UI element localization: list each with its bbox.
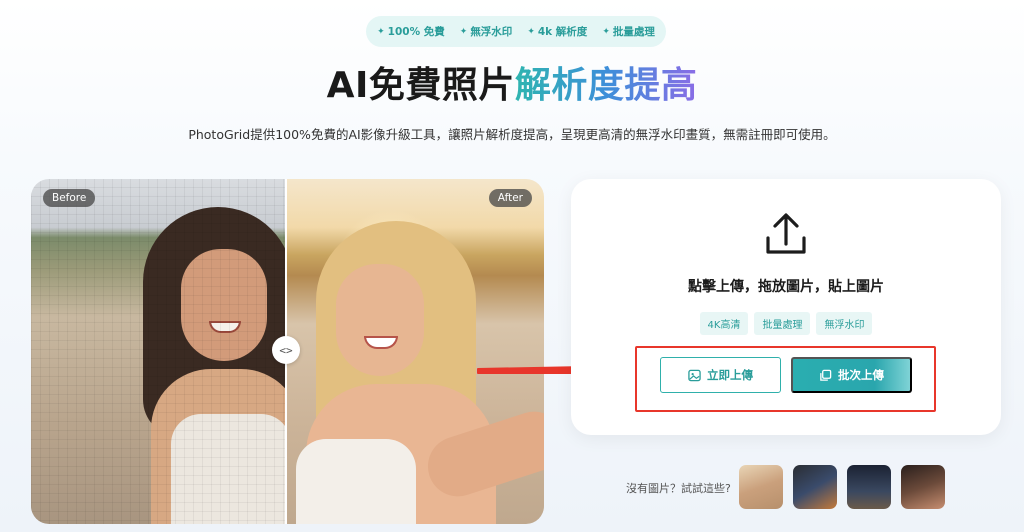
- feature-label: 無浮水印: [470, 26, 513, 38]
- upload-card[interactable]: 點擊上傳，拖放圖片，貼上圖片 4K高清 批量處理 無浮水印 立即上傳 批次上傳: [571, 179, 1001, 435]
- feature-label: 4k 解析度: [537, 26, 588, 38]
- upload-now-button[interactable]: 立即上傳: [660, 357, 781, 393]
- page-title: AI免費照片解析度提高: [0, 56, 1024, 108]
- upload-feature-chips: 4K高清 批量處理 無浮水印: [571, 312, 1001, 335]
- chip-batch: 批量處理: [754, 312, 811, 335]
- feature-label: 100% 免費: [387, 26, 445, 38]
- sparkle-icon: ✦: [459, 26, 468, 37]
- sparkle-icon: ✦: [527, 26, 535, 37]
- before-badge: Before: [43, 189, 96, 207]
- chip-no-watermark: 無浮水印: [816, 312, 873, 335]
- after-face-shape: [336, 264, 424, 376]
- feature-batch: ✦ 批量處理: [602, 24, 655, 39]
- after-badge: After: [488, 189, 532, 207]
- before-after-compare[interactable]: <> Before After: [31, 179, 544, 524]
- chevrons-left-right-icon: <>: [279, 343, 293, 357]
- batch-upload-label: 批次上傳: [838, 370, 884, 382]
- sparkle-icon: ✦: [377, 26, 385, 37]
- feature-no-watermark: ✦ 無浮水印: [460, 24, 513, 39]
- sample-images-label: 沒有圖片？試試這些?: [626, 482, 731, 495]
- sample-thumbnail[interactable]: [847, 465, 891, 509]
- pixelation-overlay: [31, 179, 286, 524]
- upload-icon: [766, 213, 806, 254]
- before-image: [31, 179, 286, 524]
- page-subtitle: PhotoGrid提供100%免費的AI影像升級工具，讓照片解析度提高，呈現更高…: [188, 127, 836, 142]
- image-icon: [688, 369, 701, 381]
- sample-thumbnail[interactable]: [739, 465, 783, 509]
- batch-upload-button[interactable]: 批次上傳: [791, 357, 912, 393]
- copy-icon: [820, 369, 832, 381]
- sample-thumbnail[interactable]: [901, 465, 945, 509]
- feature-pill: ✦ 100% 免費 ✦ 無浮水印 ✦ 4k 解析度 ✦ 批量處理: [366, 16, 666, 47]
- sparkle-icon: ✦: [602, 26, 610, 37]
- feature-free: ✦ 100% 免費: [377, 24, 445, 39]
- sample-thumbnail[interactable]: [793, 465, 837, 509]
- compare-slider-handle[interactable]: <>: [272, 336, 300, 364]
- chip-4k: 4K高清: [699, 312, 749, 335]
- upload-hint: 點擊上傳，拖放圖片，貼上圖片: [688, 279, 884, 295]
- upload-now-label: 立即上傳: [707, 370, 753, 382]
- page-title-highlight: 解析度提高: [514, 65, 698, 106]
- feature-4k: ✦ 4k 解析度: [527, 24, 587, 39]
- feature-label: 批量處理: [612, 26, 655, 38]
- after-top-shape: [296, 439, 416, 524]
- page-title-plain: AI免費照片: [326, 65, 515, 106]
